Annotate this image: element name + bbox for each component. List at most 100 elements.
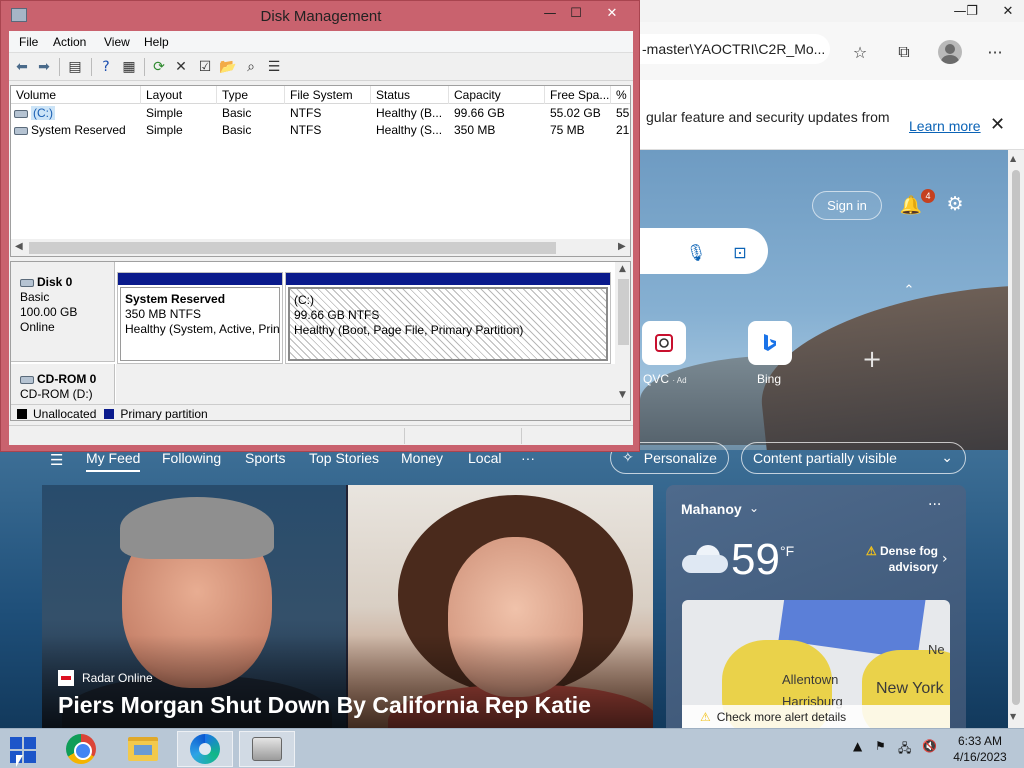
infobar-close-icon[interactable]: ✕ [990, 114, 1005, 135]
visual-search-icon[interactable]: ⊡ [728, 240, 752, 264]
scrollbar-thumb[interactable] [1012, 170, 1020, 705]
cdrom-0-info[interactable]: CD-ROM 0 CD-ROM (D:) [11, 364, 115, 404]
profile-avatar[interactable] [938, 40, 962, 64]
chevron-up-icon[interactable]: ⌃ [899, 280, 919, 300]
partition-system-reserved[interactable]: System Reserved 350 MB NTFS Healthy (Sys… [117, 272, 283, 364]
chrome-icon [66, 734, 96, 764]
disk-view-vscrollbar[interactable]: ▲ ▼ [615, 262, 630, 404]
volume-muted-icon[interactable]: 🔇 [922, 739, 937, 753]
content-visibility-dropdown[interactable]: Content partially visible ⌄ [741, 442, 966, 474]
start-windows-icon[interactable] [10, 737, 36, 763]
close-icon[interactable]: ✕ [597, 3, 627, 23]
scroll-left-icon[interactable]: ◀ [15, 241, 23, 252]
action-center-flag-icon[interactable]: ⚑ [875, 739, 886, 753]
tab-following[interactable]: Following [162, 450, 221, 466]
window-titlebar[interactable]: Disk Management — ☐ ✕ [1, 1, 639, 31]
learn-more-link[interactable]: Learn more [909, 118, 981, 134]
menu-view[interactable]: View [104, 35, 130, 49]
menu-file[interactable]: File [19, 35, 38, 49]
column-header-free-space[interactable]: Free Spa... [545, 86, 611, 104]
network-icon[interactable]: 🖧 [898, 739, 911, 760]
column-header-volume[interactable]: Volume [11, 86, 141, 104]
notifications-bell-icon[interactable]: 🔔 [899, 193, 923, 217]
properties-list-icon[interactable]: ☰ [264, 57, 284, 77]
tile-qvc[interactable] [642, 321, 686, 365]
chevron-down-icon: ⌄ [941, 450, 953, 466]
more-options-icon[interactable]: ··· [928, 497, 941, 513]
menu-action[interactable]: Action [53, 35, 86, 49]
show-hidden-icons-icon[interactable]: ▲ [853, 739, 862, 753]
column-header-layout[interactable]: Layout [141, 86, 217, 104]
table-row[interactable]: System Reserved Simple Basic NTFS Health… [11, 122, 630, 139]
chevron-down-icon[interactable]: ⌄ [749, 501, 759, 515]
maximize-icon[interactable]: ☐ [561, 3, 591, 23]
microphone-icon[interactable]: 🎙 [684, 240, 708, 264]
weather-location[interactable]: Mahanoy [681, 501, 742, 517]
scroll-right-icon[interactable]: ▶ [618, 241, 626, 252]
scroll-down-icon[interactable]: ▼ [1010, 712, 1016, 721]
table-row[interactable]: (C:) Simple Basic NTFS Healthy (B... 99.… [11, 105, 630, 122]
hamburger-menu-icon[interactable]: ☰ [50, 451, 63, 469]
volume-list-hscrollbar[interactable]: ◀ ▶ [11, 239, 630, 256]
address-bar[interactable]: -master\YAOCTRI\C2R_Mo... [640, 34, 830, 64]
tile-bing[interactable] [748, 321, 792, 365]
weather-map[interactable]: Allentown New York Harrisburg Ne ⚠ Check… [682, 600, 950, 728]
restore-icon[interactable]: ❐ [956, 0, 988, 22]
column-header-type[interactable]: Type [217, 86, 285, 104]
tab-sports[interactable]: Sports [245, 450, 285, 466]
taskbar-chrome[interactable] [53, 731, 109, 767]
taskbar-edge[interactable] [177, 731, 233, 767]
system-clock[interactable]: 6:33 AM 4/16/2023 [950, 733, 1010, 765]
delete-icon[interactable]: ✕ [171, 57, 191, 77]
scrollbar-thumb[interactable] [29, 242, 556, 254]
column-header-status[interactable]: Status [371, 86, 449, 104]
settings-gear-icon[interactable]: ⚙ [943, 192, 967, 216]
collections-icon[interactable]: ⧉ [892, 40, 916, 64]
disk-0-info[interactable]: Disk 0 Basic 100.00 GB Online [11, 262, 115, 362]
scrollbar-thumb[interactable] [618, 279, 629, 345]
scroll-down-icon[interactable]: ▼ [619, 390, 626, 400]
news-card[interactable]: Radar Online Piers Morgan Shut Down By C… [42, 485, 653, 728]
personalize-label: Personalize [643, 450, 717, 466]
weather-unit[interactable]: °F [780, 543, 794, 559]
forward-arrow-icon[interactable]: ➡ [34, 57, 54, 77]
tab-money[interactable]: Money [401, 450, 443, 466]
cdrom-icon [20, 376, 34, 384]
close-icon[interactable]: ✕ [992, 0, 1024, 22]
show-hide-tree-icon[interactable]: ▤ [65, 57, 85, 77]
check-alert-details-link[interactable]: ⚠ Check more alert details [682, 705, 950, 728]
cdrom-media-area[interactable] [116, 364, 616, 404]
taskbar-disk-management[interactable] [239, 731, 295, 767]
properties-icon[interactable]: ▦ [119, 57, 139, 77]
tab-local[interactable]: Local [468, 450, 501, 466]
refresh-icon[interactable]: ⟳ [149, 57, 169, 77]
tab-my-feed[interactable]: My Feed [86, 450, 141, 472]
column-header-capacity[interactable]: Capacity [449, 86, 545, 104]
partition-c-drive[interactable]: (C:) 99.66 GB NTFS Healthy (Boot, Page F… [285, 272, 611, 364]
add-tile-icon[interactable]: + [862, 345, 882, 373]
weather-card[interactable]: Mahanoy ⌄ ··· 59 °F ⚠ Dense fog advisory… [666, 485, 966, 728]
help-icon[interactable]: ? [96, 57, 116, 77]
tab-more[interactable]: ··· [521, 450, 535, 466]
volume-name-cell: (C:) [14, 106, 140, 120]
chevron-right-icon[interactable]: › [942, 551, 948, 567]
column-header-file-system[interactable]: File System [285, 86, 371, 104]
column-header-percent-free[interactable]: % F [611, 86, 630, 104]
volume-list[interactable]: Volume Layout Type File System Status Ca… [10, 85, 631, 257]
favorite-star-icon[interactable]: ☆ [848, 40, 872, 64]
back-arrow-icon[interactable]: ⬅ [12, 57, 32, 77]
tab-top-stories[interactable]: Top Stories [309, 450, 379, 466]
news-headline[interactable]: Piers Morgan Shut Down By California Rep… [58, 692, 591, 719]
taskbar-file-explorer[interactable] [115, 731, 171, 767]
check-icon[interactable]: ☑ [195, 57, 215, 77]
weather-alert[interactable]: ⚠ Dense fog advisory [858, 543, 938, 575]
search-icon[interactable]: ⌕ [241, 57, 261, 77]
infobar-text: gular feature and security updates from [646, 109, 890, 125]
scroll-up-icon[interactable]: ▲ [619, 264, 626, 274]
open-folder-icon[interactable]: 📂 [218, 57, 238, 77]
menu-help[interactable]: Help [144, 35, 169, 49]
scroll-up-icon[interactable]: ▲ [1010, 154, 1016, 163]
more-options-icon[interactable]: ··· [983, 40, 1007, 64]
sign-in-button[interactable]: Sign in [812, 191, 882, 220]
page-scrollbar[interactable]: ▲ ▼ [1008, 150, 1024, 728]
